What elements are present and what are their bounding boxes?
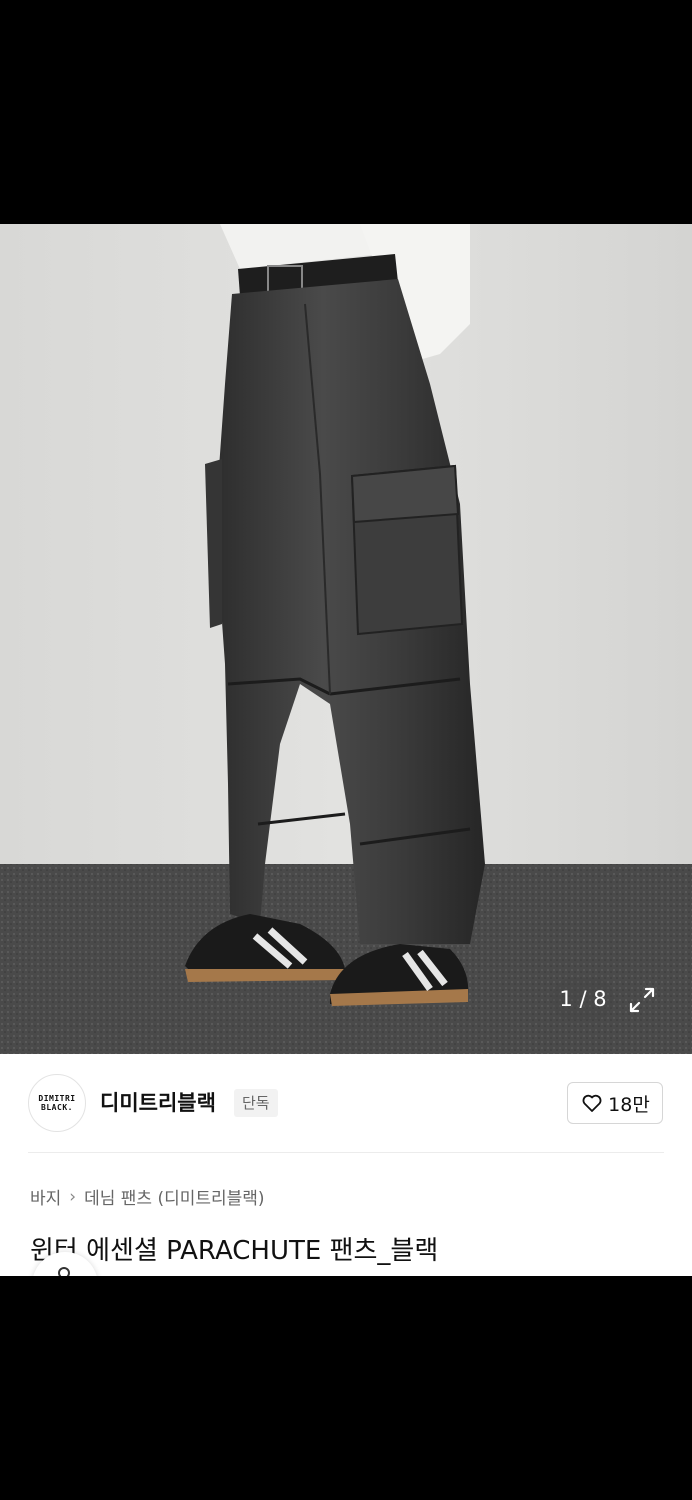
like-button[interactable]: 18만 bbox=[567, 1082, 663, 1124]
image-counter-text: 1 / 8 bbox=[559, 987, 607, 1011]
expand-icon bbox=[629, 987, 655, 1013]
product-photo bbox=[0, 224, 692, 1054]
like-count: 18만 bbox=[608, 1093, 650, 1116]
search-icon bbox=[58, 1267, 70, 1276]
product-image[interactable] bbox=[0, 224, 692, 1054]
image-counter: 1 / 8 bbox=[552, 978, 614, 1020]
breadcrumb: 바지 › 데님 팬츠 (디미트리블랙) bbox=[30, 1184, 265, 1210]
product-title: 윈터 에센셜 PARACHUTE 팬츠_블랙 bbox=[30, 1236, 439, 1266]
heart-icon bbox=[582, 1094, 602, 1112]
breadcrumb-subcategory[interactable]: 데님 팬츠 (디미트리블랙) bbox=[84, 1184, 264, 1209]
brand-name[interactable]: 디미트리블랙 bbox=[100, 1087, 216, 1117]
product-info: DIMITRI BLACK. 디미트리블랙 단독 18만 바지 › 데님 팬츠 … bbox=[0, 1054, 692, 1276]
expand-button[interactable] bbox=[622, 980, 662, 1020]
bottom-black-bar bbox=[0, 1276, 692, 1500]
breadcrumb-category[interactable]: 바지 bbox=[30, 1184, 61, 1209]
brand-logo-line1: DIMITRI bbox=[38, 1094, 76, 1103]
top-black-bar bbox=[0, 0, 692, 224]
chevron-right-icon: › bbox=[69, 1186, 77, 1207]
brand-logo-line2: BLACK. bbox=[41, 1103, 73, 1112]
brand-logo[interactable]: DIMITRI BLACK. bbox=[28, 1074, 86, 1132]
exclusive-badge: 단독 bbox=[234, 1089, 278, 1117]
divider bbox=[28, 1152, 664, 1153]
